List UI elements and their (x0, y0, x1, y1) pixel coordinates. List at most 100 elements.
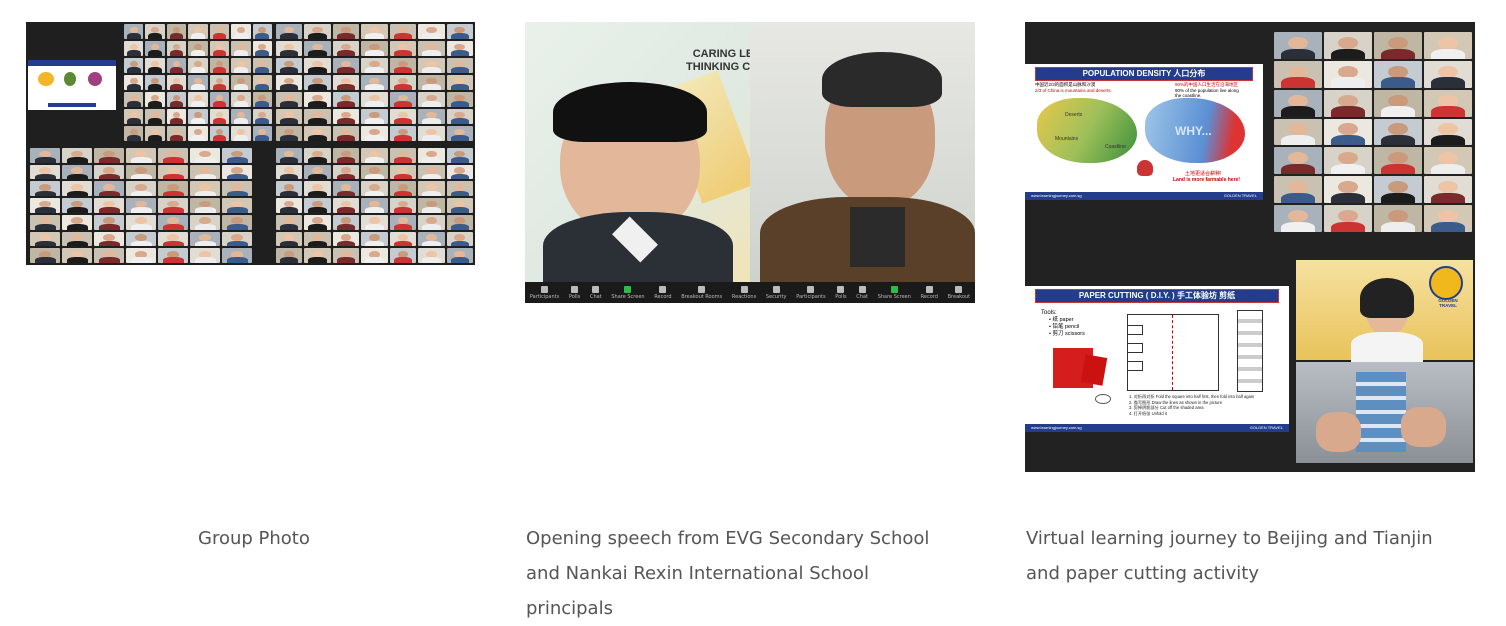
participant-tile (222, 181, 252, 197)
participant-face (1388, 209, 1408, 223)
participant-face (1338, 123, 1358, 136)
participant-tile (231, 126, 251, 141)
label-why: WHY... (1175, 124, 1212, 138)
participant-body (450, 257, 470, 263)
participant-tile (1324, 147, 1372, 175)
participant-body (365, 207, 384, 213)
participant-body (336, 84, 356, 90)
participant-tile (304, 248, 331, 263)
toolbar-icon (807, 285, 815, 293)
participant-tile (126, 198, 156, 213)
participant-body (308, 240, 327, 247)
participant-body (422, 190, 441, 197)
participant-tile (332, 148, 360, 163)
participant-tile (446, 58, 473, 73)
participant-face (1388, 123, 1408, 136)
participant-tile (158, 148, 188, 163)
participant-face (1338, 181, 1358, 194)
participant-tile (332, 214, 360, 230)
participant-body (191, 118, 205, 124)
participant-body (422, 84, 441, 90)
participant-tile (276, 109, 303, 124)
participant-body (194, 207, 216, 213)
participant-face (1288, 123, 1308, 136)
participant-face (135, 234, 147, 241)
participant-body (126, 118, 141, 124)
participant-tile (332, 126, 360, 141)
participant-body (226, 257, 248, 263)
toolbar-icon (772, 285, 780, 293)
virtual-journey-image[interactable]: POPULATION DENSITY 人口分布 中国近2/3的面积是山脉和沙漠 … (1025, 22, 1475, 472)
participant-tile (30, 198, 60, 213)
zoom-toolbar-item: Chat (590, 285, 602, 300)
zoom-toolbar-item: Breakout (948, 285, 970, 300)
participant-body (336, 190, 356, 197)
participant-face (1338, 36, 1358, 49)
participant-tile (389, 24, 417, 39)
participant-face (1288, 152, 1308, 165)
participant-tile (304, 164, 331, 180)
participant-body (279, 207, 299, 213)
participant-tile (188, 92, 208, 107)
population-density-slide: POPULATION DENSITY 人口分布 中国近2/3的面积是山脉和沙漠 … (1025, 64, 1263, 200)
participant-body (308, 157, 327, 163)
participant-body (194, 223, 216, 230)
participant-body (393, 190, 413, 197)
participant-body (393, 257, 413, 263)
participant-body (279, 135, 299, 141)
participant-tile (188, 109, 208, 124)
participant-tile (94, 214, 124, 230)
opening-speech-image[interactable]: CARING LE THINKING CI Participants Polls C… (525, 22, 975, 303)
participant-tile (361, 58, 388, 73)
toolbar-label: Participants (529, 293, 560, 300)
participant-face (312, 234, 323, 241)
participant-face (1338, 152, 1358, 165)
participant-tile (389, 58, 417, 73)
fold-diagram (1127, 314, 1219, 391)
participant-tile (304, 58, 331, 73)
participant-tile (30, 164, 60, 180)
participant-tile (252, 109, 272, 124)
participant-tile (418, 58, 445, 73)
tools-label: Tools: (1041, 310, 1057, 316)
participant-face (71, 184, 83, 191)
slide1-footer-brand: GOLDEN TRAVEL (1223, 193, 1257, 198)
participant-tile (361, 198, 388, 213)
participant-body (162, 207, 184, 213)
participant-body (1281, 48, 1315, 59)
participant-tile (145, 41, 165, 56)
participant-tile (124, 58, 144, 73)
participant-face (1338, 209, 1358, 223)
participant-tile (389, 231, 417, 247)
participant-body (98, 173, 120, 180)
participant-tile (276, 58, 303, 73)
participant-tile (332, 198, 360, 213)
participant-body (194, 240, 216, 247)
steps-list: 1. 对折再对折 Fold the square into half first… (1129, 394, 1254, 416)
participant-body (422, 240, 441, 247)
participant-body (169, 101, 184, 107)
participant-body (1331, 192, 1365, 204)
participant-tile (1324, 60, 1372, 88)
participant-body (279, 257, 299, 263)
group-photo-image[interactable] (26, 22, 475, 265)
participant-body (279, 223, 299, 230)
participant-body (191, 135, 205, 141)
participant-tile (126, 231, 156, 247)
participant-tile (276, 75, 303, 90)
participant-face (1288, 94, 1308, 107)
participant-tile (166, 109, 187, 124)
participant-body (148, 50, 162, 56)
participant-body (191, 33, 205, 39)
participant-body (98, 190, 120, 197)
participant-face (1288, 181, 1308, 194)
participant-body (279, 84, 299, 90)
participant-tile (389, 164, 417, 180)
participant-body (66, 207, 88, 213)
participant-tile (1374, 176, 1422, 204)
participant-tile (446, 109, 473, 124)
participant-body (422, 157, 441, 163)
participant-body (279, 101, 299, 107)
toolbar-label: Polls (835, 293, 847, 300)
participant-body (308, 223, 327, 230)
